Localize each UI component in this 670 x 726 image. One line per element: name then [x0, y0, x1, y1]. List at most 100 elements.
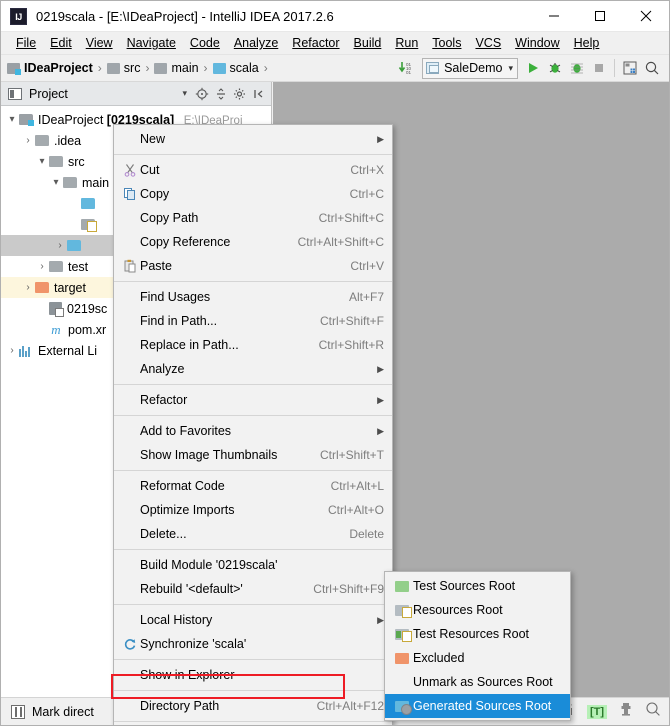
search-icon[interactable]: [645, 701, 661, 722]
expand-arrow-icon[interactable]: ▾: [49, 177, 63, 188]
folder-icon: [63, 177, 77, 188]
breadcrumb-main[interactable]: main: [154, 61, 199, 75]
submenu-item-unmark-as-sources-root[interactable]: Unmark as Sources Root: [385, 670, 570, 694]
menu-item-paste[interactable]: Paste Ctrl+V: [114, 254, 392, 278]
submenu-item-excluded[interactable]: Excluded: [385, 646, 570, 670]
expand-arrow-icon[interactable]: ›: [21, 282, 35, 293]
run-configuration-selector[interactable]: SaleDemo ▾: [422, 57, 518, 79]
menu-window[interactable]: Window: [508, 34, 566, 52]
event-log-icon[interactable]: [11, 704, 25, 719]
menu-run-label: Run: [395, 36, 419, 50]
menu-item-optimize-imports[interactable]: Optimize Imports Ctrl+Alt+O: [114, 498, 392, 522]
settings-gear-icon[interactable]: [231, 85, 248, 102]
menu-code[interactable]: Code: [183, 34, 227, 52]
toolbar-divider: [614, 59, 615, 77]
menu-item-shortcut: Ctrl+Alt+F12: [316, 699, 384, 713]
menu-item-copy[interactable]: Copy Ctrl+C: [114, 182, 392, 206]
svg-text:01: 01: [406, 70, 412, 75]
menu-item-copy-path[interactable]: Copy Path Ctrl+Shift+C: [114, 206, 392, 230]
tree-label: test: [68, 259, 89, 274]
menu-item-show-image-thumbnails[interactable]: Show Image Thumbnails Ctrl+Shift+T: [114, 443, 392, 467]
menu-item-rebuild[interactable]: Rebuild '<default>' Ctrl+Shift+F9: [114, 577, 392, 601]
menu-item-build-module[interactable]: Build Module '0219scala': [114, 553, 392, 577]
submenu-arrow-icon: ▶: [377, 394, 384, 405]
menu-view[interactable]: View: [79, 34, 120, 52]
chevron-down-icon[interactable]: ▾: [182, 88, 187, 99]
debug-icon[interactable]: [544, 57, 566, 79]
submenu-item-label: Test Sources Root: [413, 579, 516, 593]
menu-navigate[interactable]: Navigate: [120, 34, 183, 52]
menu-item-copy-reference[interactable]: Copy Reference Ctrl+Alt+Shift+C: [114, 230, 392, 254]
cut-icon: [120, 163, 140, 177]
menu-item-reformat-code[interactable]: Reformat Code Ctrl+Alt+L: [114, 474, 392, 498]
menu-item-shortcut: Ctrl+Shift+R: [318, 338, 384, 352]
menu-item-add-to-favorites[interactable]: Add to Favorites ▶: [114, 419, 392, 443]
copy-icon: [120, 187, 140, 201]
locate-icon[interactable]: [193, 85, 210, 102]
expand-arrow-icon[interactable]: ›: [5, 345, 19, 356]
menu-item-label: Find in Path...: [140, 314, 218, 328]
menu-item-refactor[interactable]: Refactor ▶: [114, 388, 392, 412]
menu-help[interactable]: Help: [567, 34, 607, 52]
menu-item-cut[interactable]: Cut Ctrl+X: [114, 158, 392, 182]
close-button[interactable]: [623, 1, 669, 32]
breadcrumb-src[interactable]: src: [106, 61, 140, 75]
menu-separator: [114, 690, 392, 691]
expand-arrow-icon[interactable]: ▾: [35, 156, 49, 167]
menu-item-synchronize[interactable]: Synchronize 'scala': [114, 632, 392, 656]
hide-icon[interactable]: [250, 85, 267, 102]
menu-vcs[interactable]: VCS: [468, 34, 508, 52]
submenu-item-generated-sources-root[interactable]: Generated Sources Root: [385, 694, 570, 718]
menu-file[interactable]: File: [9, 34, 43, 52]
expand-arrow-icon[interactable]: ›: [53, 240, 67, 251]
menu-edit[interactable]: Edit: [43, 34, 79, 52]
expand-arrow-icon[interactable]: ▾: [5, 114, 19, 125]
maximize-button[interactable]: [577, 1, 623, 32]
menu-item-show-in-explorer[interactable]: Show in Explorer: [114, 663, 392, 687]
menu-item-find-in-path[interactable]: Find in Path... Ctrl+Shift+F: [114, 309, 392, 333]
menu-run[interactable]: Run: [388, 34, 425, 52]
menu-item-label: Copy Path: [140, 211, 199, 225]
submenu-item-resources-root[interactable]: Resources Root: [385, 598, 570, 622]
tree-label: src: [68, 154, 85, 169]
run-with-coverage-icon[interactable]: [566, 57, 588, 79]
menu-item-label: Delete...: [140, 527, 187, 541]
collapse-all-icon[interactable]: [212, 85, 229, 102]
menu-refactor[interactable]: Refactor: [285, 34, 346, 52]
breadcrumb-scala[interactable]: scala: [212, 61, 259, 75]
submenu-item-test-sources-root[interactable]: Test Sources Root: [385, 574, 570, 598]
menu-item-directory-path[interactable]: Directory Path Ctrl+Alt+F12: [114, 694, 392, 718]
menu-item-analyze[interactable]: Analyze ▶: [114, 357, 392, 381]
expand-arrow-icon[interactable]: ›: [35, 261, 49, 272]
update-project-icon[interactable]: 01 10 01: [396, 57, 418, 79]
menu-item-label: Build Module '0219scala': [140, 558, 278, 572]
breadcrumb-label: scala: [229, 61, 259, 75]
submenu-item-label: Excluded: [413, 651, 465, 665]
main-toolbar: 01 10 01 SaleDemo ▾: [396, 57, 669, 79]
menu-item-delete[interactable]: Delete... Delete: [114, 522, 392, 546]
menu-item-find-usages[interactable]: Find Usages Alt+F7: [114, 285, 392, 309]
submenu-item-test-resources-root[interactable]: Test Resources Root: [385, 622, 570, 646]
menu-tools[interactable]: Tools: [425, 34, 468, 52]
project-panel-title: Project: [29, 86, 68, 101]
menu-code-label: Code: [189, 36, 220, 50]
menu-item-new[interactable]: New ▶: [114, 127, 392, 151]
minimize-button[interactable]: [531, 1, 577, 32]
search-everywhere-icon[interactable]: [641, 57, 663, 79]
menu-build[interactable]: Build: [347, 34, 389, 52]
expand-arrow-icon[interactable]: ›: [21, 135, 35, 146]
tree-label: IDeaProject: [38, 112, 104, 127]
memory-icon[interactable]: [619, 701, 633, 722]
menu-analyze[interactable]: Analyze: [227, 34, 285, 52]
menu-item-label: Copy Reference: [140, 235, 231, 249]
breadcrumb-ideaproject[interactable]: IDeaProject: [7, 61, 93, 75]
run-icon[interactable]: [522, 57, 544, 79]
context-menu[interactable]: New ▶ Cut Ctrl+X Copy Ctrl+C Copy Path C…: [113, 124, 393, 725]
menu-separator: [114, 281, 392, 282]
menu-item-local-history[interactable]: Local History ▶: [114, 608, 392, 632]
stop-icon[interactable]: [588, 57, 610, 79]
project-structure-icon[interactable]: [619, 57, 641, 79]
mark-directory-as-submenu[interactable]: Test Sources Root Resources Root Test Re…: [384, 571, 571, 721]
ide-badge-icon[interactable]: [T]: [586, 704, 607, 719]
menu-item-replace-in-path[interactable]: Replace in Path... Ctrl+Shift+R: [114, 333, 392, 357]
